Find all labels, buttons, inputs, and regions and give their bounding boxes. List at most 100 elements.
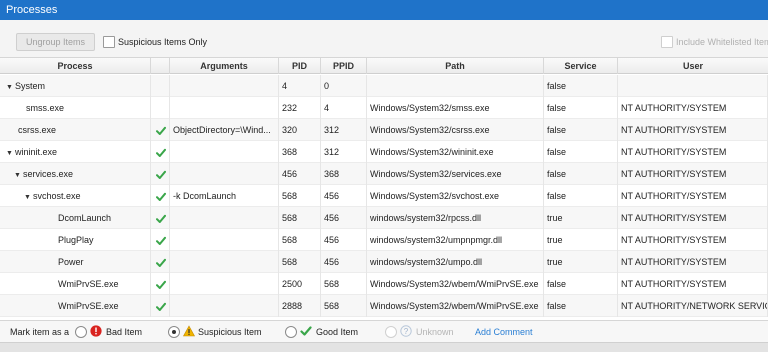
cell-ppid: 4 xyxy=(321,97,367,119)
cell-arguments xyxy=(170,295,279,317)
window-title: Processes xyxy=(6,4,58,16)
suspicious-item-label: Suspicious Item xyxy=(198,327,262,337)
cell-ppid: 368 xyxy=(321,163,367,185)
cell-arguments: ObjectDirectory=\Wind... xyxy=(170,119,279,141)
cell-flag xyxy=(151,229,170,251)
cell-user: NT AUTHORITY/SYSTEM xyxy=(618,119,768,141)
cell-user: NT AUTHORITY/SYSTEM xyxy=(618,273,768,295)
cell-user: NT AUTHORITY/SYSTEM xyxy=(618,141,768,163)
cell-ppid: 456 xyxy=(321,251,367,273)
cell-flag xyxy=(151,207,170,229)
cell-pid: 2888 xyxy=(279,295,321,317)
table-row[interactable]: Power 568 456 windows/system32/umpo.dll true… xyxy=(0,251,768,273)
cell-service: true xyxy=(544,251,618,273)
cell-ppid: 456 xyxy=(321,229,367,251)
good-item-radio[interactable] xyxy=(285,326,297,338)
cell-flag xyxy=(151,273,170,295)
window-titlebar: Processes xyxy=(0,0,768,20)
cell-arguments: -k DcomLaunch xyxy=(170,185,279,207)
table-row[interactable]: PlugPlay 568 456 windows/system32/umpnpmgr.… xyxy=(0,229,768,251)
expand-toggle-icon[interactable]: ▼ xyxy=(14,165,23,185)
cell-service: false xyxy=(544,97,618,119)
verified-check-icon xyxy=(156,302,166,311)
column-header-process[interactable]: Process xyxy=(0,58,151,74)
cell-service: true xyxy=(544,229,618,251)
verified-check-icon xyxy=(156,214,166,223)
cell-user: NT AUTHORITY/SYSTEM xyxy=(618,207,768,229)
table-row[interactable]: csrss.exe ObjectDirectory=\Wind... 320 312 W… xyxy=(0,119,768,141)
cell-flag xyxy=(151,185,170,207)
column-header-service[interactable]: Service xyxy=(544,58,618,74)
process-name: smss.exe xyxy=(26,103,65,113)
cell-user: NT AUTHORITY/SYSTEM xyxy=(618,185,768,207)
process-name: csrss.exe xyxy=(18,125,57,135)
cell-path: Windows/System32/wbem/WmiPrvSE.exe xyxy=(367,295,544,317)
cell-path: Windows/System32/smss.exe xyxy=(367,97,544,119)
suspicious-only-checkbox[interactable] xyxy=(103,36,115,48)
cell-arguments xyxy=(170,273,279,295)
cell-process: ▼ services.exe xyxy=(0,163,151,185)
cell-ppid: 312 xyxy=(321,141,367,163)
process-name: DcomLaunch xyxy=(58,213,112,223)
process-name: Power xyxy=(58,257,84,267)
verified-check-icon xyxy=(156,126,166,135)
table-row[interactable]: ▼ System 4 0 false xyxy=(0,75,768,97)
cell-pid: 456 xyxy=(279,163,321,185)
process-name: WmiPrvSE.exe xyxy=(58,301,119,311)
cell-flag xyxy=(151,251,170,273)
column-header-pid[interactable]: PID xyxy=(279,58,321,74)
cell-user: NT AUTHORITY/NETWORK SERVICE xyxy=(618,295,768,317)
verified-check-icon xyxy=(156,192,166,201)
ungroup-items-button[interactable]: Ungroup Items xyxy=(16,33,95,51)
bad-item-label: Bad Item xyxy=(106,327,143,337)
column-header-path[interactable]: Path xyxy=(367,58,544,74)
column-header-user[interactable]: User xyxy=(618,58,768,74)
expand-toggle-icon[interactable]: ▼ xyxy=(6,143,15,163)
process-name: svchost.exe xyxy=(33,191,81,201)
cell-service: true xyxy=(544,207,618,229)
suspicious-item-radio[interactable] xyxy=(168,326,180,338)
table-row[interactable]: ▼ services.exe 456 368 Windows/System32/serv… xyxy=(0,163,768,185)
column-header-ppid[interactable]: PPID xyxy=(321,58,367,74)
cell-path: Windows/System32/csrss.exe xyxy=(367,119,544,141)
unknown-radio[interactable] xyxy=(385,326,397,338)
table-row[interactable]: smss.exe 232 4 Windows/System32/smss.exe fal… xyxy=(0,97,768,119)
bad-item-radio[interactable] xyxy=(75,326,87,338)
table-row[interactable]: ▼ wininit.exe 368 312 Windows/System32/winin… xyxy=(0,141,768,163)
verified-check-icon xyxy=(156,280,166,289)
add-comment-link[interactable]: Add Comment xyxy=(475,326,533,338)
cell-flag xyxy=(151,163,170,185)
cell-process: ▼ System xyxy=(0,75,151,97)
good-item-check-icon xyxy=(300,326,312,336)
cell-process: ▼ svchost.exe xyxy=(0,185,151,207)
cell-path xyxy=(367,75,544,97)
cell-ppid: 568 xyxy=(321,273,367,295)
cell-pid: 568 xyxy=(279,229,321,251)
expand-toggle-icon[interactable]: ▼ xyxy=(24,187,33,207)
cell-arguments xyxy=(170,251,279,273)
cell-process: Power xyxy=(0,251,151,273)
include-whitelisted-checkbox[interactable] xyxy=(661,36,673,48)
process-table: Process Arguments PID PPID Path Service … xyxy=(0,58,768,320)
column-header-arguments[interactable]: Arguments xyxy=(170,58,279,74)
verified-check-icon xyxy=(156,236,166,245)
cell-ppid: 456 xyxy=(321,185,367,207)
cell-pid: 568 xyxy=(279,185,321,207)
table-row[interactable]: WmiPrvSE.exe 2888 568 Windows/System32/wbem… xyxy=(0,295,768,317)
table-row[interactable]: DcomLaunch 568 456 windows/system32/rpcss.d… xyxy=(0,207,768,229)
verified-check-icon xyxy=(156,170,166,179)
svg-text:?: ? xyxy=(404,327,409,336)
expand-toggle-icon[interactable]: ▼ xyxy=(6,77,15,97)
column-header-flag[interactable] xyxy=(151,58,170,74)
cell-path: Windows/System32/svchost.exe xyxy=(367,185,544,207)
cell-pid: 368 xyxy=(279,141,321,163)
cell-flag xyxy=(151,295,170,317)
include-whitelisted-label: Include Whitelisted Item xyxy=(676,37,768,47)
cell-ppid: 456 xyxy=(321,207,367,229)
cell-arguments xyxy=(170,229,279,251)
mark-item-bar: Mark item as a Bad Item Suspicious Item … xyxy=(0,320,768,342)
table-row[interactable]: WmiPrvSE.exe 2500 568 Windows/System32/wbem… xyxy=(0,273,768,295)
verified-check-icon xyxy=(156,258,166,267)
cell-flag xyxy=(151,141,170,163)
table-row[interactable]: ▼ svchost.exe -k DcomLaunch 568 456 Windows/S… xyxy=(0,185,768,207)
